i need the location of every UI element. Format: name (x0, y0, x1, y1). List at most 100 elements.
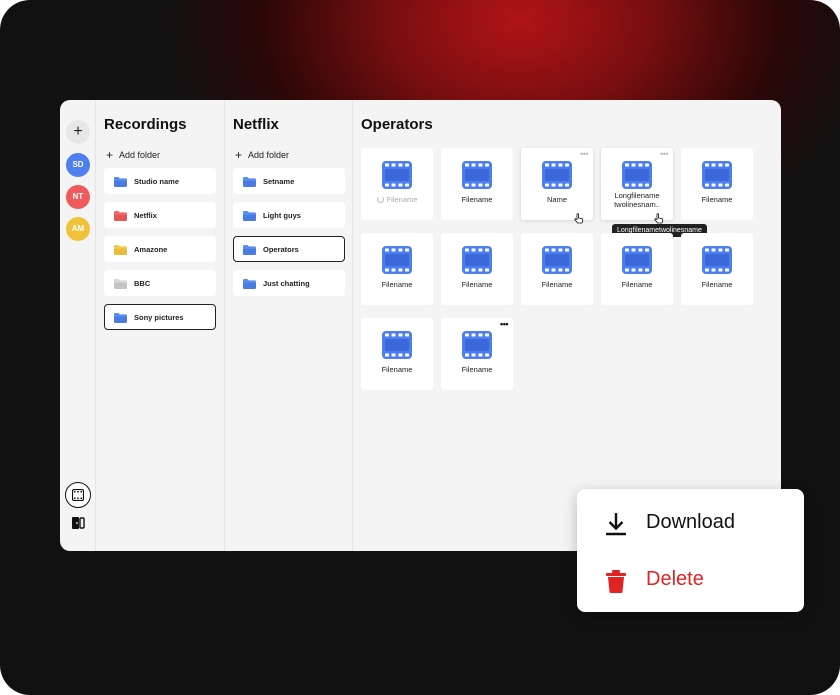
video-file-icon (702, 246, 732, 274)
recordings-column: Recordings + Add folder Studio name Netfl… (96, 100, 225, 551)
file-tile[interactable]: Filename (361, 148, 433, 220)
more-options-icon[interactable]: ••• (660, 150, 668, 159)
add-folder-button[interactable]: + Add folder (106, 147, 161, 162)
add-folder-label: Add folder (248, 150, 290, 160)
video-file-icon (382, 246, 412, 274)
column-title: Recordings (104, 116, 187, 133)
file-tile[interactable]: Longfilename twolinesnam.. ••• (601, 148, 673, 224)
folder-item-amazone[interactable]: Amazone (104, 236, 216, 262)
file-tile[interactable]: Filename (681, 233, 753, 305)
file-name: Filename (603, 280, 671, 289)
video-file-icon (622, 246, 652, 274)
folder-label: Operators (263, 245, 299, 254)
folder-item-sony-pictures[interactable]: Sony pictures (104, 304, 216, 330)
file-name-text: Filename (701, 280, 733, 289)
folder-item-bbc[interactable]: BBC (104, 270, 216, 296)
file-name: Filename (443, 365, 511, 374)
film-icon[interactable] (65, 482, 91, 508)
download-label: Download (646, 511, 735, 533)
app-window: + SD NT AM Recordings + Add folder Studi… (60, 100, 781, 551)
file-name-text: Filename (381, 365, 413, 374)
video-file-icon (462, 331, 492, 359)
video-file-icon (462, 161, 492, 189)
add-folder-button[interactable]: + Add folder (235, 147, 290, 162)
video-file-icon (382, 246, 412, 279)
file-tile[interactable]: Filename (441, 148, 513, 220)
download-icon (606, 513, 626, 536)
file-name: Filename (363, 365, 431, 374)
file-name: Filename (443, 280, 511, 289)
folder-item-light-guys[interactable]: Light guys (233, 202, 345, 228)
plus-icon: + (235, 148, 243, 162)
folder-label: Sony pictures (134, 313, 184, 322)
folder-label: Netflix (134, 211, 157, 220)
folder-label: Setname (263, 177, 295, 186)
video-file-icon (702, 246, 732, 279)
folder-icon (114, 211, 127, 221)
folder-label: Light guys (263, 211, 301, 220)
file-name: Filename (363, 195, 431, 204)
file-name-text: Filename (386, 195, 418, 204)
netflix-column: Netflix + Add folder Setname Light guys O… (225, 100, 353, 551)
file-name-text: Filename (541, 280, 573, 289)
file-tile[interactable]: Filename (521, 233, 593, 305)
background: + SD NT AM Recordings + Add folder Studi… (0, 0, 840, 695)
video-file-icon (622, 161, 652, 189)
download-menu-item[interactable]: Download (603, 507, 793, 537)
trash-icon (606, 570, 626, 593)
avatar-am[interactable]: AM (66, 217, 90, 241)
file-name: Name (523, 195, 591, 204)
file-name: Filename (443, 195, 511, 204)
file-tile[interactable]: Filename (681, 148, 753, 220)
avatar-nt[interactable]: NT (66, 185, 90, 209)
video-file-icon (542, 161, 572, 194)
folder-item-netflix[interactable]: Netflix (104, 202, 216, 228)
avatar-sd[interactable]: SD (66, 153, 90, 177)
video-file-icon (542, 246, 572, 274)
exit-icon[interactable] (71, 516, 85, 535)
more-options-icon[interactable]: ••• (500, 320, 508, 329)
context-menu: Download Delete (577, 489, 804, 612)
folder-item-studio-name[interactable]: Studio name (104, 168, 216, 194)
delete-label: Delete (646, 568, 704, 590)
file-name: Filename (683, 280, 751, 289)
add-workspace-button[interactable]: + (66, 120, 90, 144)
video-file-icon (622, 161, 652, 194)
loading-spinner-icon (376, 196, 384, 203)
file-name: Filename (363, 280, 431, 289)
file-name-text: Filename (461, 280, 493, 289)
video-file-icon (382, 331, 412, 359)
file-name: Filename (683, 195, 751, 204)
video-file-icon (542, 161, 572, 189)
folder-icon (114, 279, 127, 289)
video-file-icon (462, 246, 492, 279)
file-name-text: Filename (701, 195, 733, 204)
file-name-text: Name (546, 195, 567, 204)
file-name-text: Filename (621, 280, 653, 289)
video-file-icon (462, 331, 492, 364)
video-file-icon (382, 161, 412, 189)
file-name-text: Longfilename twolinesnam.. (614, 191, 660, 209)
file-tile[interactable]: Filename ••• (441, 318, 513, 390)
file-tile[interactable]: Name ••• (521, 148, 593, 224)
delete-menu-item[interactable]: Delete (603, 564, 793, 594)
file-tile[interactable]: Filename (441, 233, 513, 305)
video-file-icon (382, 161, 412, 194)
folder-item-operators[interactable]: Operators (233, 236, 345, 262)
column-title: Netflix (233, 116, 279, 133)
file-name-text: Filename (381, 280, 413, 289)
video-file-icon (702, 161, 732, 189)
column-title: Operators (361, 116, 433, 133)
file-name: Filename (523, 280, 591, 289)
more-options-icon[interactable]: ••• (580, 150, 588, 159)
pointer-cursor-icon (654, 211, 664, 229)
file-tile[interactable]: Filename (361, 233, 433, 305)
folder-item-just-chatting[interactable]: Just chatting (233, 270, 345, 296)
file-name-text: Filename (461, 365, 493, 374)
file-tile[interactable]: Filename (601, 233, 673, 305)
add-folder-label: Add folder (119, 150, 161, 160)
file-tile[interactable]: Filename (361, 318, 433, 390)
folder-icon (243, 245, 256, 255)
folder-icon (114, 177, 127, 187)
folder-item-setname[interactable]: Setname (233, 168, 345, 194)
